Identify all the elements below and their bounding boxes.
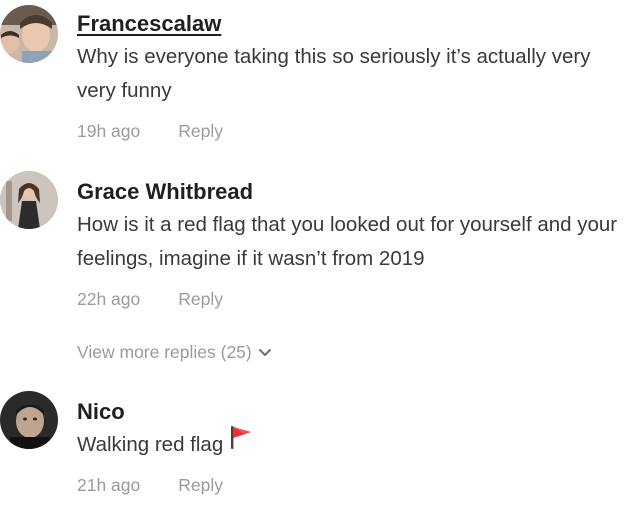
red-flag-icon bbox=[227, 423, 255, 462]
timestamp: 21h ago bbox=[77, 475, 141, 496]
avatar[interactable] bbox=[0, 391, 58, 449]
username[interactable]: Nico bbox=[77, 398, 623, 426]
avatar[interactable] bbox=[0, 5, 58, 63]
timestamp: 19h ago bbox=[77, 121, 141, 141]
comment-meta: 19h ago Reply bbox=[77, 120, 623, 142]
comment-text: Why is everyone taking this so seriously… bbox=[77, 45, 591, 102]
reply-button[interactable]: Reply bbox=[178, 475, 223, 495]
comment-meta: 21h ago Reply bbox=[77, 474, 623, 496]
view-more-replies-label: View more replies (25) bbox=[77, 342, 252, 362]
comment-text: Walking red flag bbox=[77, 426, 623, 462]
reply-button[interactable]: Reply bbox=[178, 289, 223, 309]
comment-text: How is it a red flag that you looked out… bbox=[77, 213, 618, 270]
view-more-replies-button[interactable]: View more replies (25) bbox=[77, 341, 272, 363]
timestamp: 22h ago bbox=[77, 289, 141, 309]
comment-meta: 22h ago Reply bbox=[77, 288, 623, 310]
username[interactable]: Grace Whitbread bbox=[77, 178, 623, 206]
comment-text-content: Walking red flag bbox=[77, 433, 224, 456]
reply-button[interactable]: Reply bbox=[178, 121, 223, 141]
chevron-down-icon bbox=[258, 341, 272, 363]
username[interactable]: Francescalaw bbox=[77, 10, 623, 38]
avatar[interactable] bbox=[0, 171, 58, 229]
